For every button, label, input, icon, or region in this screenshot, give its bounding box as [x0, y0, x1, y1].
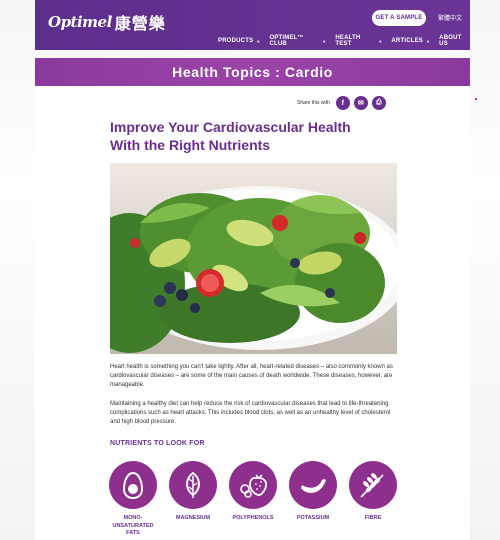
- main-navigation: PRODUCTS ▼ OPTIMEL™ CLUB ▼ HEALTH TEST ▼ AR…: [218, 35, 470, 47]
- decorative-dot: [475, 98, 477, 100]
- salad-photo: [110, 163, 397, 354]
- heading-line-2: With the Right Nutrients: [110, 137, 271, 153]
- nutrient-label: POLYPHENOLS: [232, 515, 274, 521]
- print-icon[interactable]: ⎙: [371, 96, 386, 110]
- nav-item-label: OPTIMEL™ CLUB: [269, 35, 304, 47]
- article-heading: Improve Your Cardiovascular Health With …: [110, 118, 410, 154]
- nav-item-articles[interactable]: ARTICLES ▼: [391, 35, 430, 47]
- berries-icon: [229, 461, 277, 509]
- nav-item-label: HEALTH TEST: [335, 35, 361, 47]
- salad-illustration: [110, 163, 397, 354]
- nutrients-section-title: NUTRIENTS TO LOOK FOR: [110, 440, 205, 447]
- article-paragraph: Heart health is something you can't take…: [110, 364, 393, 388]
- wheat-icon: [349, 461, 397, 509]
- caret-down-icon: ▼: [256, 38, 261, 44]
- logo-wordmark: Optimel: [48, 13, 112, 31]
- nutrient-label-line: MONO-: [123, 515, 143, 521]
- heading-line-1: Improve Your Cardiovascular Health: [110, 119, 351, 135]
- caret-down-icon: ▼: [322, 38, 327, 44]
- share-bar: Share this with f ✉ ⎙: [297, 96, 390, 110]
- topic-banner: Health Topics : Cardio: [35, 58, 470, 86]
- nav-item-optimel-club[interactable]: OPTIMEL™ CLUB ▼: [269, 35, 326, 47]
- nutrient-item[interactable]: POLYPHENOLS: [223, 461, 283, 523]
- topic-title: Health Topics : Cardio: [172, 64, 333, 80]
- avocado-icon: [109, 461, 157, 509]
- nutrient-label-line: FATS: [126, 530, 140, 536]
- nav-item-label: ARTICLES: [391, 38, 423, 44]
- nutrient-item[interactable]: POTASSIUM: [283, 461, 343, 523]
- nav-item-about-us[interactable]: ABOUT US: [439, 35, 470, 47]
- optimel-logo[interactable]: Optimel 康營樂: [48, 10, 166, 34]
- banana-icon: [289, 461, 337, 509]
- email-icon[interactable]: ✉: [353, 96, 368, 110]
- caret-down-icon: ▼: [426, 38, 431, 44]
- nav-item-label: ABOUT US: [439, 35, 462, 47]
- spinach-leaf-icon: [169, 461, 217, 509]
- nav-item-health-test[interactable]: HEALTH TEST ▼: [335, 35, 382, 47]
- nutrient-label: POTASSIUM: [296, 515, 330, 521]
- nutrient-label: MONO- UNSATURATED FATS: [103, 515, 163, 538]
- article-paragraph: Maintaining a healthy diet can help redu…: [110, 401, 391, 425]
- language-switch-link[interactable]: 繁體中文: [438, 13, 462, 22]
- nutrient-item[interactable]: MAGNESIUM: [163, 461, 223, 523]
- nutrient-label: MAGNESIUM: [175, 515, 211, 521]
- nav-item-label: PRODUCTS: [218, 38, 254, 44]
- caret-down-icon: ▼: [378, 38, 383, 44]
- nav-item-products[interactable]: PRODUCTS ▼: [218, 35, 260, 47]
- site-header: Optimel 康營樂 GET A SAMPLE 繁體中文 PRODUCTS ▼ …: [35, 0, 470, 50]
- nutrient-item[interactable]: MONO- UNSATURATED FATS: [103, 461, 163, 538]
- share-label: Share this with: [297, 100, 330, 106]
- nutrient-item[interactable]: FIBRE: [343, 461, 403, 523]
- facebook-icon[interactable]: f: [335, 96, 350, 110]
- nutrient-label-line: UNSATURATED: [112, 522, 154, 529]
- get-a-sample-button[interactable]: GET A SAMPLE: [372, 10, 426, 26]
- logo-chinese-name: 康營樂: [114, 16, 166, 33]
- nutrient-label: FIBRE: [364, 515, 382, 521]
